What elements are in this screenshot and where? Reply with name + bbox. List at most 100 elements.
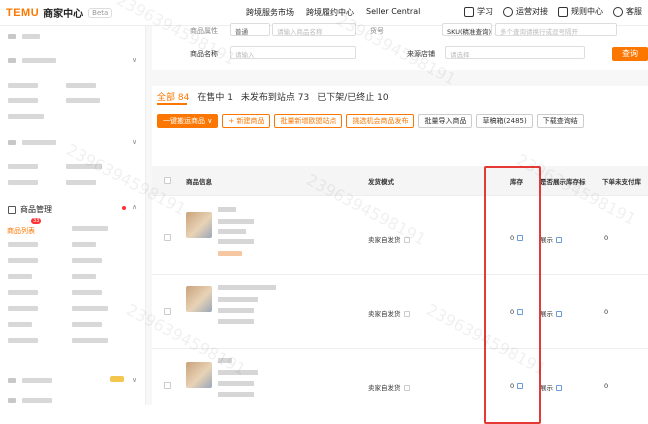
status-tabs: 全部 84 在售中 1 未发布到站点 73 已下架/已终止 10: [157, 90, 389, 103]
ops-contact-link[interactable]: 运营对接: [503, 6, 548, 17]
edit-icon[interactable]: [556, 237, 562, 243]
product-name-label: 商品名称: [190, 50, 218, 58]
product-list-panel: 全部 84 在售中 1 未发布到站点 73 已下架/已终止 10 一键搬运商品 …: [152, 86, 648, 405]
ship-mode: 卖家自发货: [368, 234, 410, 244]
show-stock-value: 展示: [540, 234, 562, 244]
document-icon: [558, 6, 568, 17]
unpaid-value: 0: [604, 308, 609, 316]
filter-panel: 商品属性 普通 请输入商品名称 货号 SKU(精准查询) 多个查询请换行或逗号隔…: [152, 23, 648, 70]
product-icon: [8, 205, 16, 214]
sidebar-item[interactable]: [8, 306, 108, 314]
sidebar-item[interactable]: [8, 114, 44, 122]
rules-center-link[interactable]: 规则中心: [558, 6, 603, 17]
book-icon: [464, 6, 474, 17]
tab-all[interactable]: 全部 84: [157, 90, 189, 103]
sidebar: ∨ ∨ 商品管理 ∧ 33 商品列表 ∨: [0, 26, 146, 405]
unpaid-value: 0: [604, 382, 609, 390]
row-checkbox[interactable]: [164, 234, 171, 241]
batch-add-eu-site-button[interactable]: 批量新增欧盟站点: [274, 114, 343, 128]
sidebar-item[interactable]: [8, 34, 40, 42]
sidebar-item[interactable]: [8, 58, 56, 66]
sku-search-input[interactable]: 多个查询请换行或逗号隔开: [495, 23, 617, 36]
sidebar-item[interactable]: [8, 83, 96, 91]
tab-delisted[interactable]: 已下架/已终止 10: [317, 90, 388, 103]
table-header: 商品信息 发货模式 库存 是否展示库存标 下单未支付库: [152, 166, 648, 196]
sku-mode-select[interactable]: SKU(精准查询): [442, 23, 492, 36]
drafts-button[interactable]: 草稿箱(2485): [476, 114, 533, 128]
pick-opportunity-button[interactable]: 挑选机会商品发布: [346, 114, 415, 128]
product-name-input[interactable]: 请输入: [230, 46, 356, 59]
show-stock-value: 展示: [540, 382, 562, 392]
filter-label-sku: 货号: [370, 27, 384, 35]
sidebar-item[interactable]: [8, 378, 52, 386]
source-store-select[interactable]: 请选择: [445, 46, 585, 59]
select-all-checkbox[interactable]: [164, 177, 171, 184]
ship-mode-text: 卖家自发货: [368, 384, 401, 392]
sidebar-item[interactable]: [8, 140, 56, 148]
ship-mode: 卖家自发货: [368, 382, 410, 392]
sidebar-item[interactable]: [8, 242, 96, 250]
product-thumbnail[interactable]: [186, 286, 212, 312]
col-show-stock: 是否展示库存标: [540, 178, 586, 186]
product-name-search-input[interactable]: 请输入商品名称: [272, 23, 356, 36]
ops-contact-label: 运营对接: [516, 7, 548, 16]
top-right-menu: 学习 运营对接 规则中心 客服: [464, 6, 642, 17]
query-button[interactable]: 查询: [612, 47, 648, 61]
temu-logo[interactable]: TEMU: [6, 7, 39, 19]
new-tag: [110, 376, 124, 382]
rules-center-label: 规则中心: [571, 7, 603, 16]
ship-mode: 卖家自发货: [368, 308, 410, 318]
tab-unpublished[interactable]: 未发布到站点 73: [241, 90, 309, 103]
customer-service-link[interactable]: 客服: [613, 6, 642, 17]
filter-label-attr: 商品属性: [190, 27, 218, 35]
notification-dot: [122, 206, 126, 210]
one-click-move-button[interactable]: 一键搬运商品 ∨: [157, 114, 219, 128]
top-nav: 跨境服务市场 跨境履约中心 Seller Central: [246, 7, 420, 18]
sidebar-item[interactable]: [8, 290, 102, 298]
source-store-label: 来源店铺: [407, 50, 435, 58]
edit-icon[interactable]: [556, 311, 562, 317]
info-icon: [403, 385, 410, 391]
count-badge: 33: [31, 218, 42, 224]
tab-on-sale[interactable]: 在售中 1: [197, 90, 233, 103]
batch-import-button[interactable]: 批量导入商品: [418, 114, 473, 128]
info-icon: [403, 311, 410, 317]
chevron-up-icon[interactable]: ∧: [132, 203, 137, 211]
chat-icon: [503, 6, 513, 17]
headset-icon: [613, 6, 623, 17]
product-thumbnail[interactable]: [186, 212, 212, 238]
sidebar-item[interactable]: [8, 322, 102, 330]
sidebar-item[interactable]: [8, 164, 102, 172]
row-checkbox[interactable]: [164, 308, 171, 315]
sidebar-item[interactable]: [72, 226, 108, 234]
customer-service-label: 客服: [626, 7, 642, 16]
product-tag: [218, 251, 242, 256]
chevron-down-icon[interactable]: ∨: [132, 376, 137, 384]
sidebar-item-product-list[interactable]: 商品列表: [7, 226, 35, 236]
learn-link[interactable]: 学习: [464, 6, 493, 17]
edit-icon[interactable]: [556, 385, 562, 391]
download-results-button[interactable]: 下载查询结: [536, 114, 584, 128]
active-tab-indicator: [157, 103, 187, 105]
col-unpaid-stock: 下单未支付库: [602, 178, 641, 186]
show-text: 展示: [540, 310, 553, 318]
sidebar-item[interactable]: [8, 338, 108, 346]
show-text: 展示: [540, 384, 553, 392]
new-product-button[interactable]: + 新建商品: [222, 114, 271, 128]
chevron-down-icon[interactable]: ∨: [132, 56, 137, 64]
row-divider: [152, 274, 648, 275]
nav-fulfillment-center[interactable]: 跨境履约中心: [306, 7, 354, 18]
sidebar-item[interactable]: [8, 180, 96, 188]
sidebar-item[interactable]: [8, 274, 96, 282]
sidebar-item[interactable]: [8, 98, 100, 106]
sidebar-section-product-management[interactable]: 商品管理: [8, 204, 52, 215]
row-checkbox[interactable]: [164, 382, 171, 389]
nav-service-market[interactable]: 跨境服务市场: [246, 7, 294, 18]
main-area: 商品属性 普通 请输入商品名称 货号 SKU(精准查询) 多个查询请换行或逗号隔…: [146, 23, 648, 424]
attr-select[interactable]: 普通: [230, 23, 270, 36]
nav-seller-central[interactable]: Seller Central: [366, 7, 420, 18]
sidebar-item[interactable]: [8, 258, 102, 266]
ship-mode-text: 卖家自发货: [368, 236, 401, 244]
product-thumbnail[interactable]: [186, 362, 212, 388]
chevron-down-icon[interactable]: ∨: [132, 138, 137, 146]
